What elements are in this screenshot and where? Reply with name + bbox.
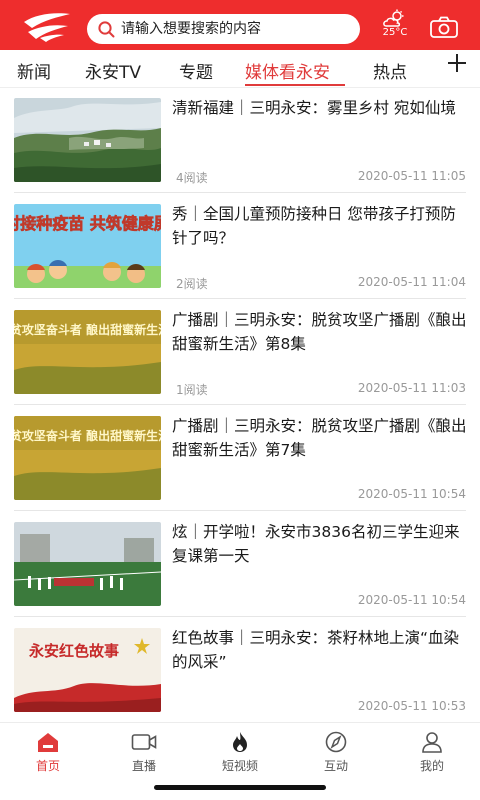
publish-time: 2020-05-11 11:03 [357,381,466,395]
active-tab-indicator [245,84,345,86]
news-meta: 2020-05-11 10:54 [176,593,466,607]
news-meta: 2020-05-11 10:54 [176,487,466,501]
tab-topics[interactable]: 专题 [179,58,213,83]
news-item[interactable]: 炫｜开学啦！永安市3836名初三学生迎来复课第一天 2020-05-11 10:… [0,512,480,618]
poster-text: 永安红色故事 [28,642,119,660]
poster-text: 脱贫攻坚奋斗者 酿出甜蜜新生活 [14,428,161,443]
search-bar[interactable] [87,14,360,44]
publish-time: 2020-05-11 10:53 [357,699,466,713]
poster-text: 及时接种疫苗 共筑健康屏障 [14,214,161,233]
tab-media-on-yongan[interactable]: 媒体看永安 [245,58,330,83]
radio-drama-poster-image: 脱贫攻坚奋斗者 酿出甜蜜新生活 [14,310,161,394]
news-item[interactable]: 永安红色故事 红色故事｜三明永安：茶籽林地上演“血染的风采” 2020-05-1… [0,618,480,724]
video-camera-icon [131,734,157,750]
nav-home[interactable]: 首页 [18,731,78,774]
red-story-poster-image: 永安红色故事 [14,628,161,712]
news-meta: 2阅读 2020-05-11 11:04 [176,275,466,291]
nav-label: 直播 [131,759,156,773]
nav-short-video[interactable]: 短视频 [210,731,270,774]
nav-label: 首页 [35,759,60,773]
camera-icon[interactable] [430,16,458,38]
divider [14,510,466,511]
search-icon [98,21,115,38]
home-indicator[interactable] [154,785,326,790]
publish-time: 2020-05-11 10:54 [357,593,466,607]
search-input[interactable] [121,19,351,39]
app-logo[interactable] [18,8,78,44]
app-screen: 25°C 新闻 永安TV 专题 媒体看永安 热点 [0,0,480,800]
add-channel-icon[interactable] [446,52,468,74]
divider [14,616,466,617]
nav-mine[interactable]: 我的 [402,731,462,774]
nav-label: 我的 [419,759,444,773]
divider [14,298,466,299]
nav-label: 短视频 [221,759,258,773]
news-title[interactable]: 广播剧｜三明永安：脱贫攻坚广播剧《酿出甜蜜新生活》第7集 [172,414,468,462]
misty-village-image [14,98,161,182]
news-title[interactable]: 红色故事｜三明永安：茶籽林地上演“血染的风采” [172,626,468,674]
news-item[interactable]: 脱贫攻坚奋斗者 酿出甜蜜新生活 广播剧｜三明永安：脱贫攻坚广播剧《酿出甜蜜新生活… [0,406,480,512]
school-opening-image [14,522,161,606]
tab-news[interactable]: 新闻 [17,58,51,83]
compass-icon [325,731,347,753]
poster-text: 脱贫攻坚奋斗者 酿出甜蜜新生活 [14,322,161,337]
read-count: 4阅读 [176,171,208,185]
weather-widget[interactable]: 25°C [372,9,418,45]
news-item[interactable]: 及时接种疫苗 共筑健康屏障 秀｜全国儿童预防接种日 您带孩子打预防针了吗？ 2阅… [0,194,480,300]
news-item[interactable]: 脱贫攻坚奋斗者 酿出甜蜜新生活 广播剧｜三明永安：脱贫攻坚广播剧《酿出甜蜜新生活… [0,300,480,406]
temperature-text: 25°C [382,27,408,38]
news-item[interactable]: 清新福建｜三明永安：雾里乡村 宛如仙境 4阅读 2020-05-11 11:05 [0,88,480,194]
divider [14,192,466,193]
tab-hot[interactable]: 热点 [373,58,407,83]
category-tabs: 新闻 永安TV 专题 媒体看永安 热点 [0,50,480,88]
home-icon [38,733,58,752]
publish-time: 2020-05-11 10:54 [357,487,466,501]
read-count: 1阅读 [176,383,208,397]
divider [14,404,466,405]
nav-label: 互动 [323,759,348,773]
flame-icon [233,732,247,752]
vaccination-poster-image: 及时接种疫苗 共筑健康屏障 [14,204,161,288]
news-meta: 1阅读 2020-05-11 11:03 [176,381,466,397]
nav-interact[interactable]: 互动 [306,731,366,774]
radio-drama-poster-image: 脱贫攻坚奋斗者 酿出甜蜜新生活 [14,416,161,500]
tab-yongan-tv[interactable]: 永安TV [85,58,141,83]
nav-live[interactable]: 直播 [114,731,174,774]
news-title[interactable]: 秀｜全国儿童预防接种日 您带孩子打预防针了吗？ [172,202,468,250]
publish-time: 2020-05-11 11:05 [357,169,466,183]
publish-time: 2020-05-11 11:04 [357,275,466,289]
news-title[interactable]: 炫｜开学啦！永安市3836名初三学生迎来复课第一天 [172,520,468,568]
news-title[interactable]: 清新福建｜三明永安：雾里乡村 宛如仙境 [172,96,468,120]
news-meta: 2020-05-11 10:53 [176,699,466,713]
news-title[interactable]: 广播剧｜三明永安：脱贫攻坚广播剧《酿出甜蜜新生活》第8集 [172,308,468,356]
weather-cloud-icon [383,9,404,27]
top-header: 25°C [0,0,480,50]
read-count: 2阅读 [176,277,208,291]
person-icon [422,732,442,753]
news-meta: 4阅读 2020-05-11 11:05 [176,169,466,185]
